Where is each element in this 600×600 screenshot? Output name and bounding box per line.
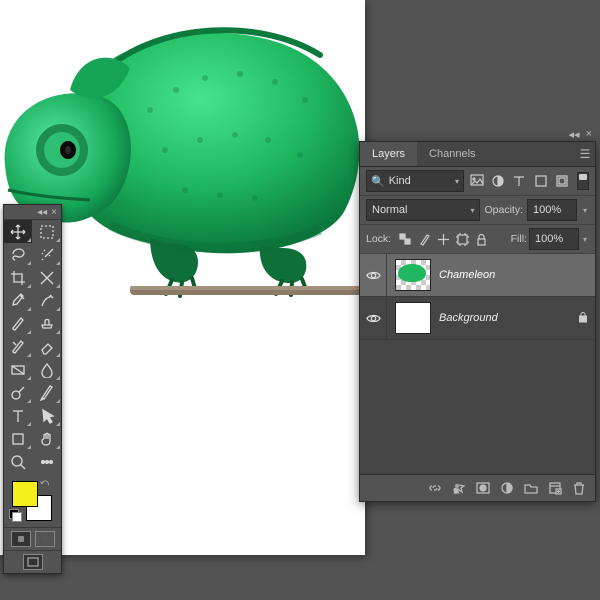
filter-smart-icon[interactable] [554, 173, 570, 189]
dodge-tool[interactable] [4, 381, 32, 404]
svg-text:fx: fx [454, 489, 459, 495]
add-mask-icon[interactable] [475, 480, 491, 496]
quickmask-off[interactable] [11, 531, 31, 547]
panel-menu-icon[interactable]: ☰ [575, 142, 595, 166]
panel-tabs: Layers Channels ☰ [360, 142, 595, 167]
foreground-swatch[interactable] [12, 481, 38, 507]
hand-tool[interactable] [33, 427, 61, 450]
edit-toolbar[interactable] [33, 450, 61, 473]
filter-kind-select[interactable]: 🔍 Kind ▾ [366, 170, 464, 192]
visibility-toggle[interactable] [360, 297, 387, 339]
screen-mode-row [4, 527, 61, 550]
adjustment-layer-icon[interactable] [499, 480, 515, 496]
layer-filter-row: 🔍 Kind ▾ [360, 167, 595, 196]
lock-position-icon[interactable] [435, 231, 451, 247]
opacity-field[interactable]: 100% [527, 199, 577, 221]
panel-footer: fx [360, 474, 595, 501]
fill-caret-icon[interactable]: ▾ [581, 235, 589, 244]
close-icon[interactable]: × [51, 207, 57, 218]
lock-icons [397, 231, 489, 247]
filter-toggle[interactable] [577, 172, 589, 190]
blend-mode-select[interactable]: Normal ▾ [366, 199, 480, 221]
blend-opacity-row: Normal ▾ Opacity: 100% ▾ [360, 196, 595, 225]
opacity-value: 100% [533, 204, 561, 216]
layers-list: Chameleon Background [360, 254, 595, 474]
filter-shape-icon[interactable] [533, 173, 549, 189]
rectangle-tool[interactable] [4, 427, 32, 450]
search-icon: 🔍 [371, 175, 385, 188]
lock-fill-row: Lock: Fill: 100% ▾ [360, 225, 595, 254]
tool-grid [4, 220, 61, 473]
layer-thumbnail[interactable] [395, 302, 431, 334]
fill-label: Fill: [511, 233, 527, 245]
caret-down-icon: ▾ [455, 177, 459, 186]
default-colors-icon[interactable] [9, 509, 21, 521]
layer-name[interactable]: Background [439, 312, 498, 324]
visibility-toggle[interactable] [360, 254, 387, 296]
screen-mode-row2 [4, 550, 61, 573]
panel-group-header: ◂◂ × [361, 127, 596, 141]
eraser-tool[interactable] [33, 335, 61, 358]
path-select-tool[interactable] [33, 404, 61, 427]
filter-kind-label: Kind [389, 175, 411, 187]
tools-panel: ◂◂ × ⤺ [3, 204, 62, 574]
delete-layer-icon[interactable] [571, 480, 587, 496]
layer-row[interactable]: Background [360, 297, 595, 340]
fill-field[interactable]: 100% [529, 228, 579, 250]
quickmask-on[interactable] [35, 531, 55, 547]
link-layers-icon[interactable] [427, 480, 443, 496]
lock-artboard-icon[interactable] [454, 231, 470, 247]
blur-tool[interactable] [33, 358, 61, 381]
clone-stamp-tool[interactable] [33, 312, 61, 335]
lock-transparency-icon[interactable] [397, 231, 413, 247]
pen-tool[interactable] [33, 381, 61, 404]
layer-thumbnail[interactable] [395, 259, 431, 291]
slice-tool[interactable] [33, 266, 61, 289]
collapse-icon[interactable]: ◂◂ [37, 207, 47, 218]
rect-marquee-tool[interactable] [33, 220, 61, 243]
layer-name[interactable]: Chameleon [439, 269, 495, 281]
lock-label: Lock: [366, 233, 391, 245]
new-layer-icon[interactable] [547, 480, 563, 496]
fill-value: 100% [535, 233, 563, 245]
caret-down-icon: ▾ [470, 206, 474, 215]
tools-panel-header: ◂◂ × [4, 205, 61, 220]
lock-pixels-icon[interactable] [416, 231, 432, 247]
collapse-icon[interactable]: ◂◂ [569, 128, 580, 141]
zoom-tool[interactable] [4, 450, 32, 473]
color-swatches: ⤺ [4, 477, 61, 525]
lock-all-icon[interactable] [473, 231, 489, 247]
crop-tool[interactable] [4, 266, 32, 289]
tab-layers[interactable]: Layers [360, 142, 417, 166]
move-tool[interactable] [4, 220, 32, 243]
new-group-icon[interactable] [523, 480, 539, 496]
history-brush-tool[interactable] [4, 335, 32, 358]
healing-brush-tool[interactable] [33, 289, 61, 312]
close-icon[interactable]: × [586, 128, 592, 140]
filter-type-icon[interactable] [511, 173, 527, 189]
gradient-tool[interactable] [4, 358, 32, 381]
eyedropper-tool[interactable] [4, 289, 32, 312]
blend-mode-value: Normal [372, 204, 407, 216]
layers-panel: Layers Channels ☰ 🔍 Kind ▾ Normal ▾ Opac… [359, 141, 596, 502]
filter-pixel-icon[interactable] [469, 173, 485, 189]
screen-mode-btn[interactable] [23, 554, 43, 570]
opacity-caret-icon[interactable]: ▾ [581, 206, 589, 215]
lock-icon [577, 311, 589, 326]
filter-adjust-icon[interactable] [490, 173, 506, 189]
type-tool[interactable] [4, 404, 32, 427]
brush-tool[interactable] [4, 312, 32, 335]
magic-wand-tool[interactable] [33, 243, 61, 266]
lasso-tool[interactable] [4, 243, 32, 266]
filter-type-icons [468, 173, 571, 189]
swap-colors-icon[interactable]: ⤺ [40, 479, 50, 486]
layer-style-icon[interactable]: fx [451, 480, 467, 496]
opacity-label: Opacity: [484, 204, 523, 216]
tab-channels[interactable]: Channels [417, 142, 487, 166]
layer-row[interactable]: Chameleon [360, 254, 595, 297]
